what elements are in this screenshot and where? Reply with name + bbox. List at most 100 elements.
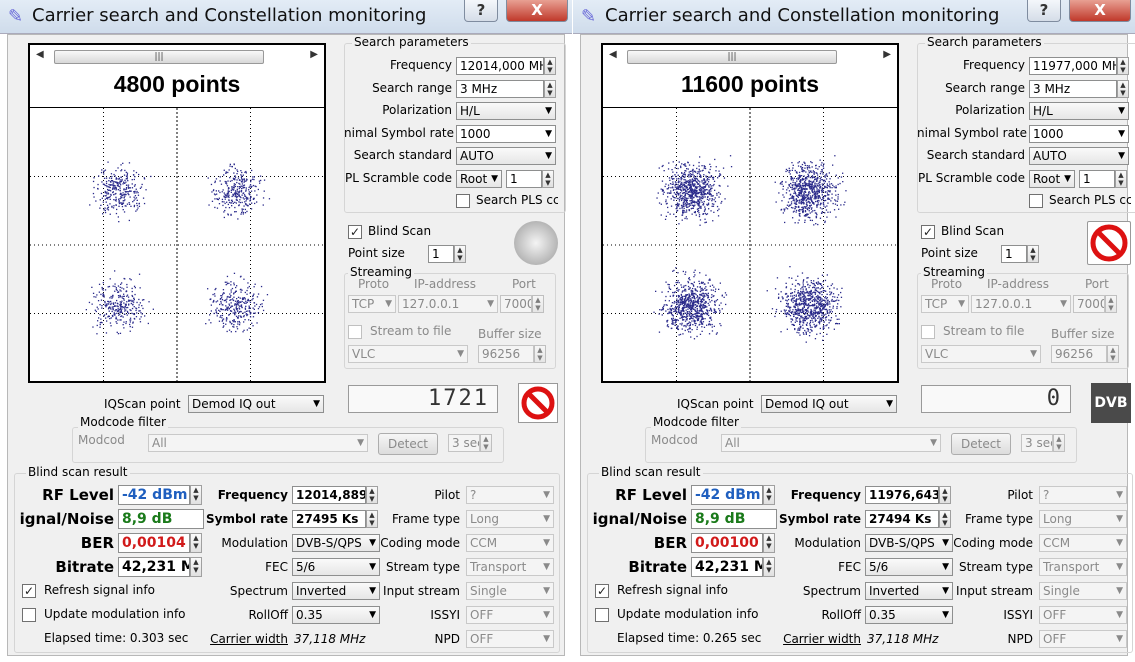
search-pls-checkbox[interactable] (1029, 194, 1043, 208)
scroll-right-icon[interactable]: ▶ (310, 49, 318, 60)
frame-type-select[interactable]: Long ▼ (466, 510, 554, 528)
stream-type-select[interactable]: Transport ▼ (1039, 558, 1127, 576)
stream-to-file-checkbox[interactable] (348, 325, 362, 339)
horizontal-scrollbar[interactable]: ◀ ||| ▶ (34, 48, 320, 66)
polarization-select[interactable]: H/L ▼ (456, 102, 556, 120)
issyi-select[interactable]: OFF ▼ (466, 606, 554, 624)
frequency-input[interactable]: 12014,000 MH (456, 57, 544, 75)
port-input[interactable]: 7000 (500, 295, 532, 313)
fec-select[interactable]: 5/6 ▼ (292, 558, 380, 576)
npd-select[interactable]: OFF ▼ (1039, 630, 1127, 648)
modcode-select[interactable]: All ▼ (721, 434, 941, 452)
blind-scan-checkbox[interactable]: ✓ (348, 225, 362, 239)
carrier-width-link[interactable]: Carrier width (204, 632, 288, 646)
min-symbol-rate-select[interactable]: 1000 ▼ (456, 125, 556, 143)
pl-scramble-spinner[interactable]: ▲ ▼ (1115, 170, 1127, 188)
refresh-signal-checkbox[interactable]: ✓ (595, 584, 609, 598)
detect-timeout-input[interactable]: 3 sec (448, 434, 480, 452)
point-size-input[interactable]: 1 (1001, 245, 1027, 263)
port-spinner[interactable]: ▲ ▼ (532, 295, 544, 313)
proto-select[interactable]: TCP ▼ (348, 295, 396, 313)
rf-level-spinner[interactable]: ▲ ▼ (190, 485, 202, 505)
close-button[interactable]: X (506, 0, 568, 22)
pl-scramble-code-input[interactable]: 1 (506, 170, 542, 188)
pl-scramble-mode-select[interactable]: Root ▼ (1029, 170, 1075, 188)
blind-scan-checkbox[interactable]: ✓ (921, 225, 935, 239)
modcode-select[interactable]: All ▼ (148, 434, 368, 452)
scroll-thumb[interactable]: ||| (627, 50, 837, 64)
issyi-select[interactable]: OFF ▼ (1039, 606, 1127, 624)
stop-icon[interactable] (518, 383, 558, 423)
stream-to-file-checkbox[interactable] (921, 325, 935, 339)
coding-mode-select[interactable]: CCM ▼ (1039, 534, 1127, 552)
scroll-right-icon[interactable]: ▶ (883, 49, 891, 60)
help-button[interactable]: ? (1027, 0, 1061, 22)
detect-button[interactable]: Detect (951, 433, 1011, 455)
port-spinner[interactable]: ▲ ▼ (1105, 295, 1117, 313)
iqscan-point-select[interactable]: Demod IQ out ▼ (188, 395, 324, 413)
scroll-left-icon[interactable]: ◀ (36, 49, 44, 60)
title-bar[interactable]: ✎ Carrier search and Constellation monit… (573, 0, 1135, 34)
record-disc-icon[interactable] (514, 221, 558, 265)
update-modulation-checkbox[interactable] (22, 608, 36, 622)
update-modulation-checkbox[interactable] (595, 608, 609, 622)
pl-scramble-code-input[interactable]: 1 (1079, 170, 1115, 188)
search-pls-checkbox[interactable] (456, 194, 470, 208)
modulation-select[interactable]: DVB-S/QPS ▼ (292, 534, 380, 552)
buffer-size-spinner[interactable]: ▲ ▼ (534, 345, 546, 363)
buffer-size-input[interactable]: 96256 (1051, 345, 1107, 363)
input-stream-select[interactable]: Single ▼ (466, 582, 554, 600)
detect-timeout-input[interactable]: 3 sec (1021, 434, 1053, 452)
rolloff-select[interactable]: 0.35 ▼ (865, 606, 953, 624)
horizontal-scrollbar[interactable]: ◀ ||| ▶ (607, 48, 893, 66)
dvb-logo[interactable]: DVB (1091, 383, 1131, 423)
detect-button[interactable]: Detect (378, 433, 438, 455)
rolloff-select[interactable]: 0.35 ▼ (292, 606, 380, 624)
search-standard-select[interactable]: AUTO ▼ (456, 147, 556, 165)
spectrum-select[interactable]: Inverted ▼ (292, 582, 380, 600)
refresh-signal-checkbox[interactable]: ✓ (22, 584, 36, 598)
detect-timeout-spinner[interactable]: ▲ ▼ (480, 434, 492, 452)
title-bar[interactable]: ✎ Carrier search and Constellation monit… (0, 0, 572, 34)
carrier-width-link[interactable]: Carrier width (777, 632, 861, 646)
bitrate-spinner[interactable]: ▲ ▼ (190, 557, 202, 577)
frequency-result-spinner[interactable]: ▲ ▼ (366, 486, 378, 504)
pilot-select[interactable]: ? ▼ (1039, 486, 1127, 504)
close-button[interactable]: X (1069, 0, 1131, 22)
modulation-select[interactable]: DVB-S/QPS ▼ (865, 534, 953, 552)
min-symbol-rate-select[interactable]: 1000 ▼ (1029, 125, 1129, 143)
frequency-input[interactable]: 11977,000 MH (1029, 57, 1117, 75)
player-select[interactable]: VLC ▼ (348, 345, 468, 363)
ber-spinner[interactable]: ▲ ▼ (763, 533, 775, 553)
rf-level-spinner[interactable]: ▲ ▼ (763, 485, 775, 505)
input-stream-select[interactable]: Single ▼ (1039, 582, 1127, 600)
search-standard-select[interactable]: AUTO ▼ (1029, 147, 1129, 165)
frequency-spinner[interactable]: ▲ ▼ (544, 57, 556, 75)
scroll-left-icon[interactable]: ◀ (609, 49, 617, 60)
port-input[interactable]: 7000 (1073, 295, 1105, 313)
proto-select[interactable]: TCP ▼ (921, 295, 969, 313)
pl-scramble-spinner[interactable]: ▲ ▼ (542, 170, 554, 188)
point-size-input[interactable]: 1 (428, 245, 454, 263)
buffer-size-spinner[interactable]: ▲ ▼ (1107, 345, 1119, 363)
ip-address-select[interactable]: 127.0.0.1 ▼ (971, 295, 1071, 313)
frame-type-select[interactable]: Long ▼ (1039, 510, 1127, 528)
frequency-result-spinner[interactable]: ▲ ▼ (939, 486, 951, 504)
point-size-spinner[interactable]: ▲ ▼ (454, 245, 466, 263)
pl-scramble-mode-select[interactable]: Root ▼ (456, 170, 502, 188)
stream-type-select[interactable]: Transport ▼ (466, 558, 554, 576)
symbol-rate-spinner[interactable]: ▲ ▼ (939, 510, 951, 528)
iqscan-point-select[interactable]: Demod IQ out ▼ (761, 395, 897, 413)
fec-select[interactable]: 5/6 ▼ (865, 558, 953, 576)
search-range-input[interactable]: 3 MHz (456, 80, 544, 98)
search-range-input[interactable]: 3 MHz (1029, 80, 1117, 98)
spectrum-select[interactable]: Inverted ▼ (865, 582, 953, 600)
search-range-spinner[interactable]: ▲ ▼ (544, 80, 556, 98)
buffer-size-input[interactable]: 96256 (478, 345, 534, 363)
frequency-spinner[interactable]: ▲ ▼ (1117, 57, 1129, 75)
coding-mode-select[interactable]: CCM ▼ (466, 534, 554, 552)
symbol-rate-spinner[interactable]: ▲ ▼ (366, 510, 378, 528)
stop-icon[interactable] (1087, 221, 1131, 265)
help-button[interactable]: ? (464, 0, 498, 22)
player-select[interactable]: VLC ▼ (921, 345, 1041, 363)
